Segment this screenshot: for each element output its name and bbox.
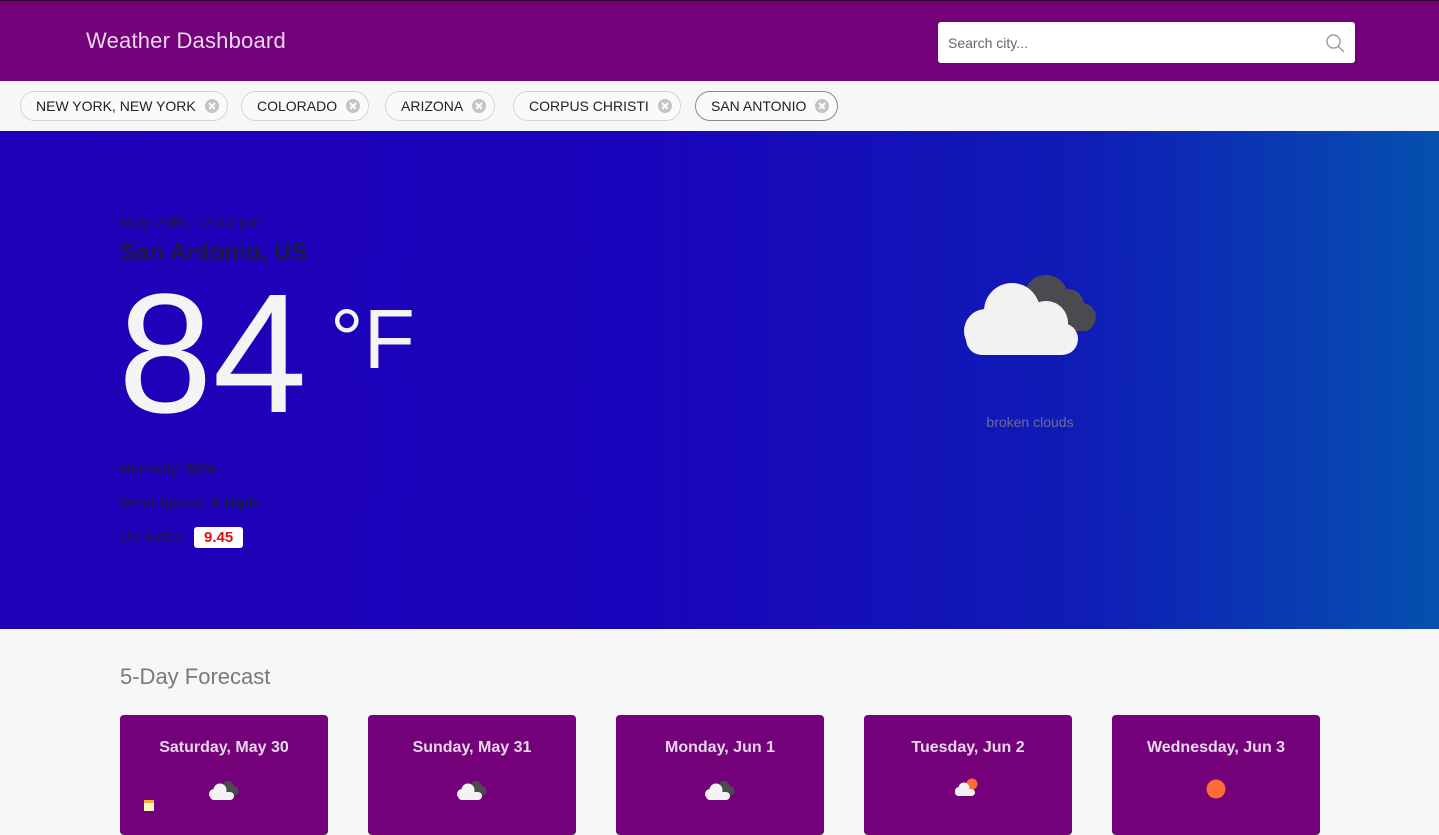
broken-clouds-icon [964, 275, 1096, 355]
chip-label: ARIZONA [401, 98, 464, 114]
close-icon[interactable] [657, 99, 672, 113]
wind-stat: Wind Speed: 4.1kph [120, 495, 258, 512]
app-header: Weather Dashboard [0, 0, 1439, 81]
clear-sky-icon [1206, 779, 1226, 799]
uv-badge: 9.45 [194, 527, 244, 548]
humidity-stat: Humidity: 51% [120, 461, 217, 478]
forecast-card: Tuesday, Jun 2 [864, 715, 1072, 835]
few-clouds-icon [955, 778, 978, 796]
weather-description: broken clouds [986, 414, 1074, 430]
search-box[interactable] [938, 22, 1355, 63]
humidity-value: 51% [186, 461, 217, 478]
wind-label: Wind Speed: [120, 495, 206, 512]
chip-label: NEW YORK, NEW YORK [36, 98, 196, 114]
city-chip-san-antonio[interactable]: SAN ANTONIO [695, 91, 839, 121]
city-chip-colorado[interactable]: COLORADO [241, 91, 370, 121]
chip-label: CORPUS CHRISTI [529, 98, 649, 114]
close-icon[interactable] [815, 99, 830, 113]
uv-stat: UV Index: 9.45 [120, 527, 244, 548]
search-input[interactable] [938, 22, 1308, 63]
broken-clouds-icon [209, 781, 239, 800]
temperature-unit: °F [330, 292, 415, 386]
chip-label: COLORADO [257, 98, 338, 114]
forecast-card: Saturday, May 30 [120, 715, 328, 835]
forecast-title: 5-Day Forecast [120, 664, 271, 689]
city-chip-new-york[interactable]: NEW YORK, NEW YORK [20, 91, 228, 121]
close-icon[interactable] [472, 99, 487, 113]
recent-cities-bar: NEW YORK, NEW YORK COLORADO ARIZONA CORP… [0, 81, 1439, 131]
forecast-card: Monday, Jun 1 [616, 715, 824, 835]
forecast-day: Tuesday, Jun 2 [911, 739, 1025, 756]
city-chip-corpus-christi[interactable]: CORPUS CHRISTI [513, 91, 681, 121]
search-icon[interactable] [1325, 33, 1345, 53]
broken-clouds-icon [705, 781, 735, 800]
forecast-day: Monday, Jun 1 [665, 739, 775, 756]
current-temperature: 84 [118, 259, 308, 449]
current-weather-panel: May 29th, 12:40 pm San Antonio, US 84 °F… [0, 131, 1439, 629]
forecast-day: Wednesday, Jun 3 [1146, 739, 1286, 756]
city-chip-arizona[interactable]: ARIZONA [385, 91, 496, 121]
chip-label: SAN ANTONIO [711, 98, 807, 114]
uv-label: UV Index: [120, 529, 186, 546]
wind-value: 4.1kph [210, 495, 258, 512]
app-title: Weather Dashboard [86, 28, 286, 53]
note-icon [144, 800, 154, 811]
forecast-card: Wednesday, Jun 3 [1112, 715, 1320, 835]
forecast-day: Sunday, May 31 [412, 739, 532, 756]
forecast-card: Sunday, May 31 [368, 715, 576, 835]
close-icon[interactable] [204, 99, 219, 113]
close-icon[interactable] [346, 99, 361, 113]
current-date: May 29th, 12:40 pm [120, 215, 262, 232]
broken-clouds-icon [457, 781, 487, 800]
humidity-label: Humidity: [120, 461, 183, 478]
forecast-day: Saturday, May 30 [159, 739, 289, 756]
